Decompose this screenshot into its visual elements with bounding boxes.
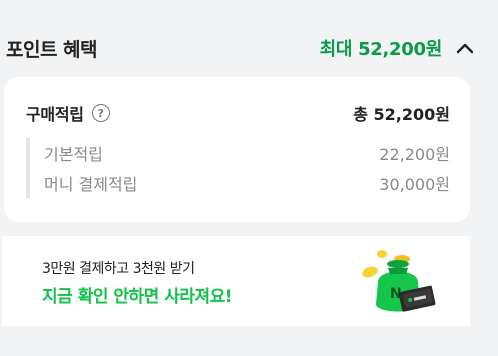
question-circle-icon[interactable]: ? <box>91 104 110 122</box>
promo-headline: 지금 확인 안하면 사라져요! <box>42 287 233 307</box>
breakdown-label: 기본적립 <box>44 145 103 164</box>
list-item: 머니 결제적립 30,000원 <box>44 168 450 198</box>
purchase-points-label: 구매적립 <box>26 105 84 124</box>
promo-subtitle: 3만원 결제하고 3천원 받기 <box>42 261 195 277</box>
points-breakdown-list: 기본적립 22,200원 머니 결제적립 30,000원 <box>26 138 450 198</box>
promo-banner[interactable]: 3만원 결제하고 3천원 받기 지금 확인 안하면 사라져요! N <box>2 236 470 326</box>
points-benefit-header[interactable]: 포인트 혜택 최대 52,200원 <box>6 33 474 63</box>
purchase-points-row: 구매적립 ? 총 52,200원 <box>26 101 450 125</box>
breakdown-value: 30,000원 <box>379 175 450 194</box>
chevron-up-icon[interactable] <box>456 42 474 54</box>
points-benefit-title: 포인트 혜택 <box>6 38 98 61</box>
list-item: 기본적립 22,200원 <box>44 138 450 168</box>
max-benefit-group[interactable]: 최대 52,200원 <box>320 35 474 61</box>
purchase-points-total: 총 52,200원 <box>353 105 450 124</box>
breakdown-value: 22,200원 <box>379 145 450 164</box>
points-summary-card: 구매적립 ? 총 52,200원 기본적립 22,200원 머니 결제적립 30… <box>4 77 470 222</box>
money-bag-icon: N <box>362 250 436 312</box>
breakdown-label: 머니 결제적립 <box>44 175 138 194</box>
max-benefit-amount: 최대 52,200원 <box>319 39 443 60</box>
